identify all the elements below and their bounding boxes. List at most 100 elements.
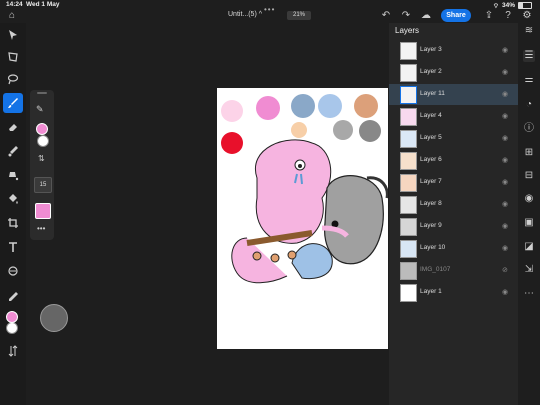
panel-background-swatch[interactable] — [37, 135, 49, 147]
layer-thumbnail — [400, 174, 417, 192]
eyedropper-icon[interactable]: ✎ — [36, 104, 44, 115]
eye-icon[interactable]: ◉ — [502, 288, 512, 296]
share-button[interactable]: Share — [441, 9, 471, 22]
eye-icon[interactable]: ◉ — [502, 46, 512, 54]
undo-icon[interactable]: ↶ — [380, 10, 392, 22]
more-layer-options-icon[interactable]: ⋯ — [523, 288, 535, 300]
transform-tool-icon[interactable] — [3, 47, 23, 67]
delete-layer-icon[interactable]: ⊟ — [523, 170, 535, 182]
brush-tool-icon[interactable] — [3, 93, 23, 113]
foreground-color-swatch[interactable] — [6, 311, 18, 323]
layer-name: Layer 3 — [420, 46, 442, 53]
layer-thumbnail — [400, 196, 417, 214]
brush-size-preview[interactable] — [40, 304, 68, 332]
layer-tools-toolbar: ≋ ☰ ⚌ ◔ ⓘ ⊞ ⊟ ◉ ▣ ◪ ⇲ ⋯ — [518, 23, 540, 405]
layers-panel-title: Layers — [395, 26, 420, 35]
brush-color-chip[interactable] — [35, 203, 51, 219]
zoom-level[interactable]: 21% — [287, 11, 311, 20]
palette-light-pink — [221, 100, 243, 122]
drawing-canvas[interactable] — [217, 88, 388, 349]
layer-row[interactable]: Layer 9 ◉ — [389, 216, 518, 237]
layer-name: Layer 1 — [420, 288, 442, 295]
layer-row[interactable]: Layer 8 ◉ — [389, 194, 518, 215]
palette-peach — [291, 122, 307, 138]
eye-icon[interactable]: ◉ — [502, 112, 512, 120]
eye-icon[interactable]: ◉ — [502, 222, 512, 230]
eye-icon[interactable]: ◉ — [502, 200, 512, 208]
visibility-icon[interactable]: ◉ — [523, 193, 535, 205]
layer-name: Layer 4 — [420, 112, 442, 119]
adjustments-icon[interactable]: ⚌ — [523, 74, 535, 86]
color-swatches[interactable] — [5, 311, 21, 335]
text-tool-icon[interactable] — [3, 237, 23, 257]
battery-percent: 34% — [501, 2, 515, 9]
layer-name: Layer 6 — [420, 156, 442, 163]
export-icon[interactable]: ⇪ — [483, 10, 495, 22]
info-icon[interactable]: ⓘ — [523, 123, 535, 135]
layer-thumbnail — [400, 42, 417, 60]
eraser-tool-icon[interactable] — [3, 117, 23, 137]
merge-icon[interactable]: ⇲ — [523, 264, 535, 276]
status-time: 14:24 — [6, 1, 23, 8]
liquify-tool-icon[interactable] — [3, 261, 23, 281]
layer-row[interactable]: Layer 3 ◉ — [389, 40, 518, 61]
eye-hidden-icon[interactable]: ⊘ — [502, 266, 512, 274]
eye-icon[interactable]: ◉ — [502, 156, 512, 164]
panel-foreground-swatch[interactable] — [36, 123, 48, 135]
move-tool-icon[interactable] — [3, 25, 23, 45]
layers-stack-icon[interactable]: ≋ — [523, 25, 535, 37]
fill-icon[interactable]: ◪ — [523, 241, 535, 253]
palette-light-blue — [318, 94, 342, 118]
layer-name: Layer 11 — [420, 90, 445, 97]
layer-row[interactable]: Layer 6 ◉ — [389, 150, 518, 171]
layer-row[interactable]: Layer 5 ◉ — [389, 128, 518, 149]
eyedropper-tool-icon[interactable] — [3, 287, 23, 307]
layer-name: Layer 9 — [420, 222, 442, 229]
settings-icon[interactable]: ⚙ — [521, 10, 533, 22]
layer-thumbnail — [400, 64, 417, 82]
crop-tool-icon[interactable] — [3, 213, 23, 233]
eye-icon[interactable]: ◉ — [502, 90, 512, 98]
smudge-tool-icon[interactable] — [3, 141, 23, 161]
layer-thumbnail — [400, 218, 417, 236]
status-date: Wed 1 May — [26, 1, 60, 8]
layer-row[interactable]: Layer 7 ◉ — [389, 172, 518, 193]
cloud-icon[interactable]: ☁ — [420, 10, 432, 22]
layer-row[interactable]: IMG_0107 ⊘ — [389, 260, 518, 281]
palette-tan — [354, 94, 378, 118]
layer-row[interactable]: Layer 1 ◉ — [389, 282, 518, 303]
document-title[interactable]: Untit...(5) ^ — [228, 11, 262, 18]
fx-icon[interactable]: ◔ — [523, 99, 535, 111]
add-layer-icon[interactable]: ⊞ — [523, 147, 535, 159]
more-dots-icon[interactable]: ••• — [264, 5, 275, 14]
layer-row[interactable]: Layer 10 ◉ — [389, 238, 518, 259]
layer-name: Layer 8 — [420, 200, 442, 207]
background-color-swatch[interactable] — [6, 322, 18, 334]
eye-icon[interactable]: ◉ — [502, 244, 512, 252]
layer-thumbnail — [400, 152, 417, 170]
redo-icon[interactable]: ↷ — [400, 10, 412, 22]
brush-size-value[interactable]: 15 — [34, 177, 52, 193]
eye-icon[interactable]: ◉ — [502, 134, 512, 142]
layer-name: Layer 5 — [420, 134, 442, 141]
lasso-tool-icon[interactable] — [3, 69, 23, 89]
swap-icon[interactable]: ⇅ — [38, 154, 45, 163]
layers-panel: Layers Layer 3 ◉ Layer 2 ◉ Layer 11 ◉ La… — [389, 23, 518, 405]
more-options-icon[interactable]: ••• — [37, 224, 45, 233]
home-icon[interactable]: ⌂ — [6, 10, 18, 22]
mask-icon[interactable]: ▣ — [523, 217, 535, 229]
layer-row[interactable]: Layer 2 ◉ — [389, 62, 518, 83]
eye-icon[interactable]: ◉ — [502, 178, 512, 186]
panel-handle[interactable] — [37, 92, 47, 94]
layer-thumbnail — [400, 86, 417, 104]
layer-thumbnail — [400, 240, 417, 258]
layer-properties-icon[interactable]: ☰ — [523, 50, 535, 62]
fill-tool-icon[interactable] — [3, 165, 23, 185]
help-icon[interactable]: ? — [502, 10, 514, 22]
eye-icon[interactable]: ◉ — [502, 68, 512, 76]
swap-colors-icon[interactable] — [3, 341, 23, 361]
layer-row[interactable]: Layer 4 ◉ — [389, 106, 518, 127]
layer-row-selected[interactable]: Layer 11 ◉ — [389, 84, 518, 105]
palette-gray — [333, 120, 353, 140]
paint-bucket-icon[interactable] — [3, 189, 23, 209]
